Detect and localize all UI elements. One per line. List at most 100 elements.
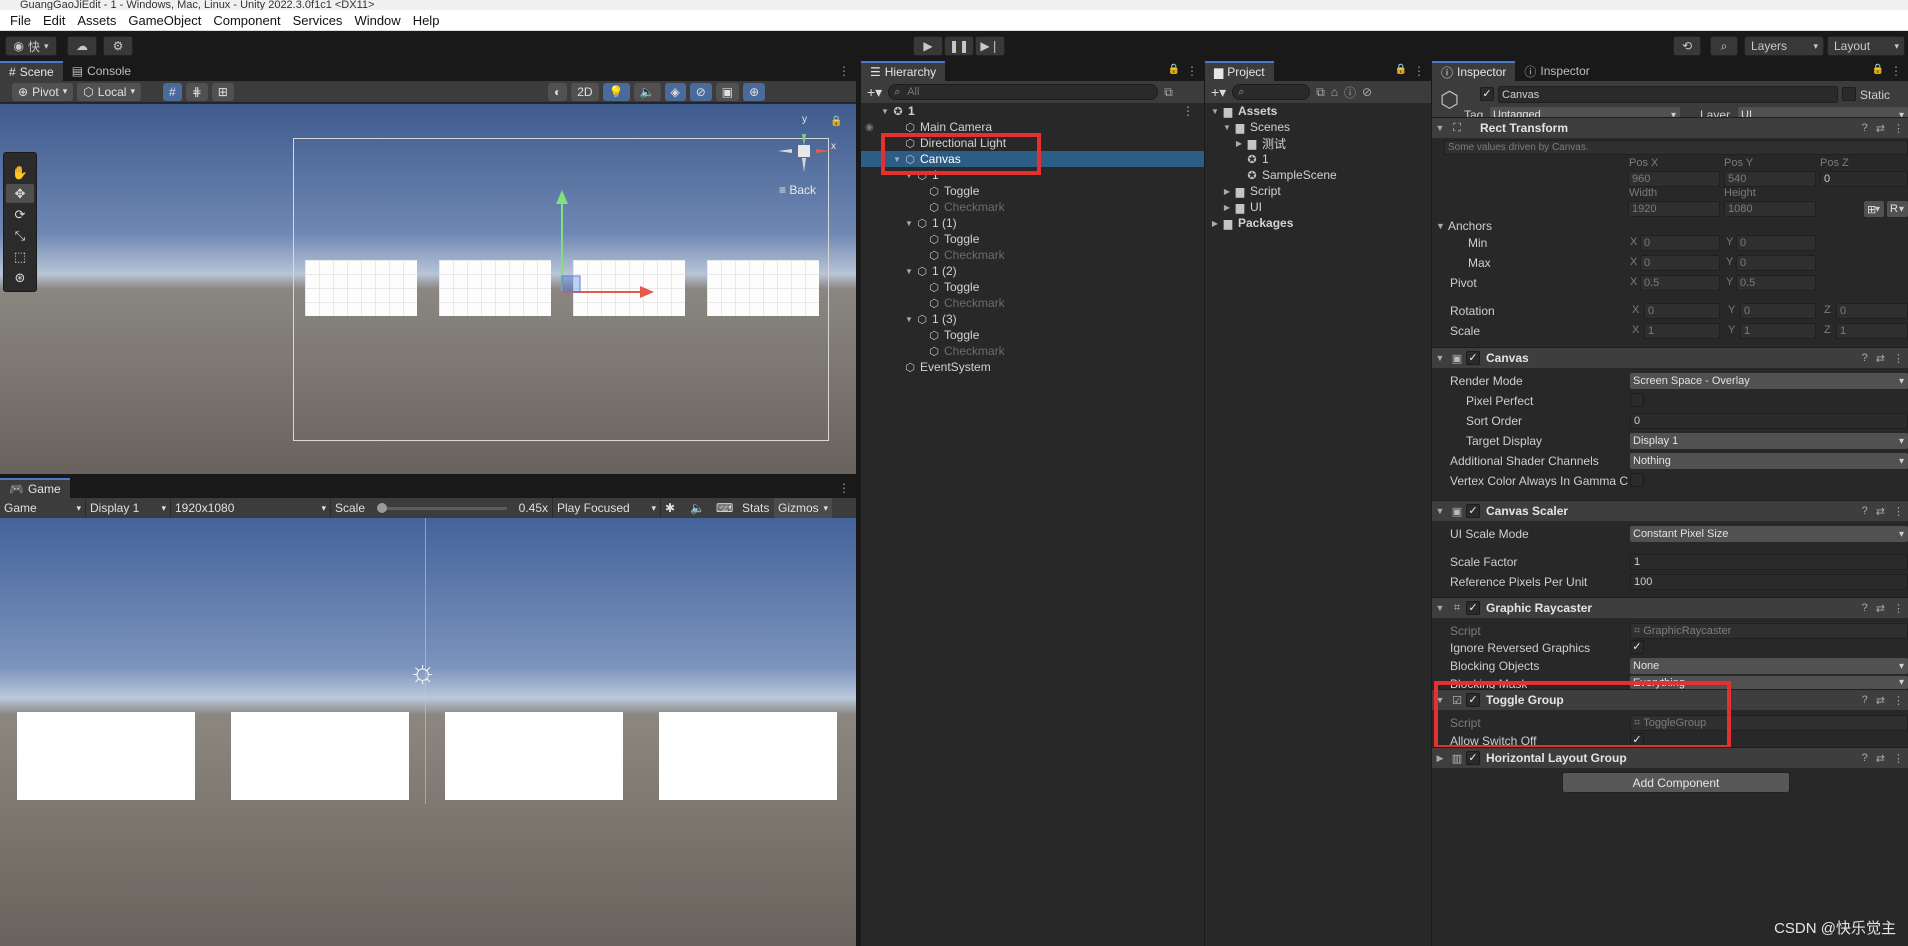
help-icon[interactable]: ? xyxy=(1862,505,1868,518)
expand-arrow-icon[interactable]: ▼ xyxy=(1221,123,1233,132)
menu-services[interactable]: Services xyxy=(287,13,349,28)
cloud-button[interactable]: ☁ xyxy=(67,36,97,56)
history-button[interactable]: ⟲ xyxy=(1673,36,1701,56)
move-gizmo[interactable] xyxy=(0,104,856,474)
project-item[interactable]: ▶ ▆ Script xyxy=(1205,183,1431,199)
more-icon[interactable]: ⋮ xyxy=(838,481,850,495)
stats-button[interactable]: Stats xyxy=(738,498,774,518)
more-icon[interactable]: ⋮ xyxy=(1893,352,1904,365)
help-icon[interactable]: ? xyxy=(1862,752,1868,765)
tab-console[interactable]: ▤ Console xyxy=(62,61,141,81)
hierarchy-item[interactable]: ⬡ Checkmark xyxy=(861,343,1204,359)
snap-increment-button[interactable]: ⋕ xyxy=(185,82,208,101)
pivot-x-field[interactable]: 0.5 xyxy=(1640,275,1720,291)
project-search-input[interactable]: ⌕ xyxy=(1232,84,1311,100)
project-item[interactable]: ▶ ▆ 测试 xyxy=(1205,135,1431,151)
scale-x-field[interactable]: 1 xyxy=(1644,323,1720,339)
game-toggle-3[interactable] xyxy=(445,712,623,800)
add-component-button[interactable]: Add Component xyxy=(1562,772,1790,793)
anchor-max-x-field[interactable]: 0 xyxy=(1640,255,1720,271)
more-icon[interactable]: ⋮ xyxy=(1893,505,1904,518)
tab-project[interactable]: ▆ Project xyxy=(1205,61,1274,81)
object-name-field[interactable]: Canvas xyxy=(1498,86,1838,103)
play-focused-dropdown[interactable]: Play Focused ▾ xyxy=(552,498,660,518)
height-field[interactable]: 1080 xyxy=(1724,201,1816,217)
menu-edit[interactable]: Edit xyxy=(37,13,71,28)
lock-icon[interactable]: 🔒 xyxy=(1395,64,1407,75)
account-button[interactable]: ◉ 快 ▾ xyxy=(5,36,57,56)
filter-icon[interactable]: ⧉ xyxy=(1164,85,1173,100)
scene-viewport[interactable]: y x 🔒 ≡ Back ✋ ✥ ⟳ ⤡ ⬚ ⊛ xyxy=(0,104,856,474)
expand-arrow-icon[interactable]: ▼ xyxy=(1209,107,1221,116)
settings-icon[interactable]: ⇄ xyxy=(1876,694,1885,707)
rotate-tool-button[interactable]: ⟳ xyxy=(6,205,34,224)
move-tool-button[interactable]: ✥ xyxy=(6,184,34,203)
layout-dropdown[interactable]: Layout ▾ xyxy=(1827,36,1905,56)
expand-arrow-icon[interactable]: ▼ xyxy=(903,315,915,324)
pause-button[interactable]: ❚❚ xyxy=(944,36,974,56)
resolution-dropdown[interactable]: 1920x1080 ▾ xyxy=(170,498,330,518)
display-dropdown[interactable]: Display 1 ▾ xyxy=(85,498,170,518)
grid-snap-button[interactable]: # xyxy=(162,82,182,101)
hierarchy-item[interactable]: ▼ ⬡ 1 (2) xyxy=(861,263,1204,279)
hierarchy-item[interactable]: ▼ ⬡ 1 (3) xyxy=(861,311,1204,327)
raw-edit-button[interactable]: R xyxy=(1887,201,1908,217)
hierarchy-item[interactable]: ⬡ Toggle xyxy=(861,183,1204,199)
tab-game[interactable]: 🎮 Game xyxy=(0,478,70,498)
menu-help[interactable]: Help xyxy=(407,13,446,28)
tab-inspector-1[interactable]: ⓘ Inspector xyxy=(1432,61,1516,81)
menu-component[interactable]: Component xyxy=(207,13,286,28)
settings-icon[interactable]: ⇄ xyxy=(1876,602,1885,615)
lock-icon[interactable]: 🔒 xyxy=(830,116,842,127)
project-item[interactable]: ▼ ▆ Scenes xyxy=(1205,119,1431,135)
more-icon[interactable]: ⋮ xyxy=(1893,602,1904,615)
settings-icon[interactable]: ⇄ xyxy=(1876,505,1885,518)
horizontal-layout-header[interactable]: ▶ ▥ ✓ Horizontal Layout Group ? ⇄ ⋮ xyxy=(1432,747,1908,768)
audio-toggle[interactable]: 🔈 xyxy=(633,83,661,101)
game-viewport[interactable]: ☼ xyxy=(0,518,856,946)
canvas-scaler-header[interactable]: ▼ ▣ ✓ Canvas Scaler ? ⇄ ⋮ xyxy=(1432,500,1908,521)
step-button[interactable]: ▶❘ xyxy=(975,36,1005,56)
help-icon[interactable]: ? xyxy=(1862,694,1868,707)
grid-visibility-button[interactable]: ⊞ xyxy=(211,82,234,101)
more-icon[interactable]: ⋮ xyxy=(1893,122,1904,135)
rotation-z-field[interactable]: 0 xyxy=(1836,303,1908,319)
settings-icon[interactable]: ⇄ xyxy=(1876,352,1885,365)
anchor-min-y-field[interactable]: 0 xyxy=(1736,235,1816,251)
expand-arrow-icon[interactable]: ▶ xyxy=(1221,187,1233,196)
hierarchy-item[interactable]: ⬡ Checkmark xyxy=(861,199,1204,215)
lock-icon[interactable]: 🔒 xyxy=(1168,64,1180,75)
pixel-perfect-checkbox[interactable] xyxy=(1630,393,1644,407)
scale-slider[interactable]: Scale 0.45x xyxy=(330,498,552,518)
local-dropdown[interactable]: ⬡ Local ▾ xyxy=(77,82,141,101)
game-toggle-1[interactable] xyxy=(17,712,195,800)
blueprint-button[interactable]: ⊞ xyxy=(1864,201,1884,217)
hierarchy-item[interactable]: ⬡ Checkmark xyxy=(861,295,1204,311)
anchor-min-x-field[interactable]: 0 xyxy=(1640,235,1720,251)
hierarchy-item[interactable]: ⬡ Toggle xyxy=(861,327,1204,343)
raycaster-script-field[interactable]: ⌗ GraphicRaycaster xyxy=(1630,623,1908,639)
more-icon[interactable]: ⋮ xyxy=(1890,64,1902,78)
bug-button[interactable]: ✱ xyxy=(660,498,686,518)
target-display-dropdown[interactable]: Display 1 xyxy=(1630,433,1908,449)
layers-dropdown[interactable]: Layers ▾ xyxy=(1744,36,1824,56)
expand-arrow-icon[interactable]: ▶ xyxy=(1221,203,1233,212)
more-icon[interactable]: ⋮ xyxy=(1182,104,1194,118)
settings-icon[interactable]: ⇄ xyxy=(1876,122,1885,135)
vertex-color-checkbox[interactable] xyxy=(1630,473,1644,487)
pivot-y-field[interactable]: 0.5 xyxy=(1736,275,1816,291)
more-icon[interactable]: ⋮ xyxy=(838,64,850,78)
visibility-icon[interactable]: ◉ xyxy=(865,122,874,133)
render-mode-dropdown[interactable]: Screen Space - Overlay xyxy=(1630,373,1908,389)
draw-mode-dropdown[interactable]: ◐ xyxy=(548,83,568,101)
filter-type-icon[interactable]: ⧉ xyxy=(1316,85,1325,100)
lock-icon[interactable]: 🔒 xyxy=(1872,64,1884,75)
info-icon[interactable]: ⓘ xyxy=(1344,84,1356,101)
rect-tool-button[interactable]: ⬚ xyxy=(6,247,34,266)
hierarchy-item[interactable]: ▼ ⬡ 1 (1) xyxy=(861,215,1204,231)
mute-button[interactable]: 🔈 xyxy=(686,498,712,518)
width-field[interactable]: 1920 xyxy=(1628,201,1720,217)
pos-x-field[interactable]: 960 xyxy=(1628,171,1720,187)
add-button[interactable]: +▾ xyxy=(867,84,882,101)
settings-icon[interactable]: ⇄ xyxy=(1876,752,1885,765)
